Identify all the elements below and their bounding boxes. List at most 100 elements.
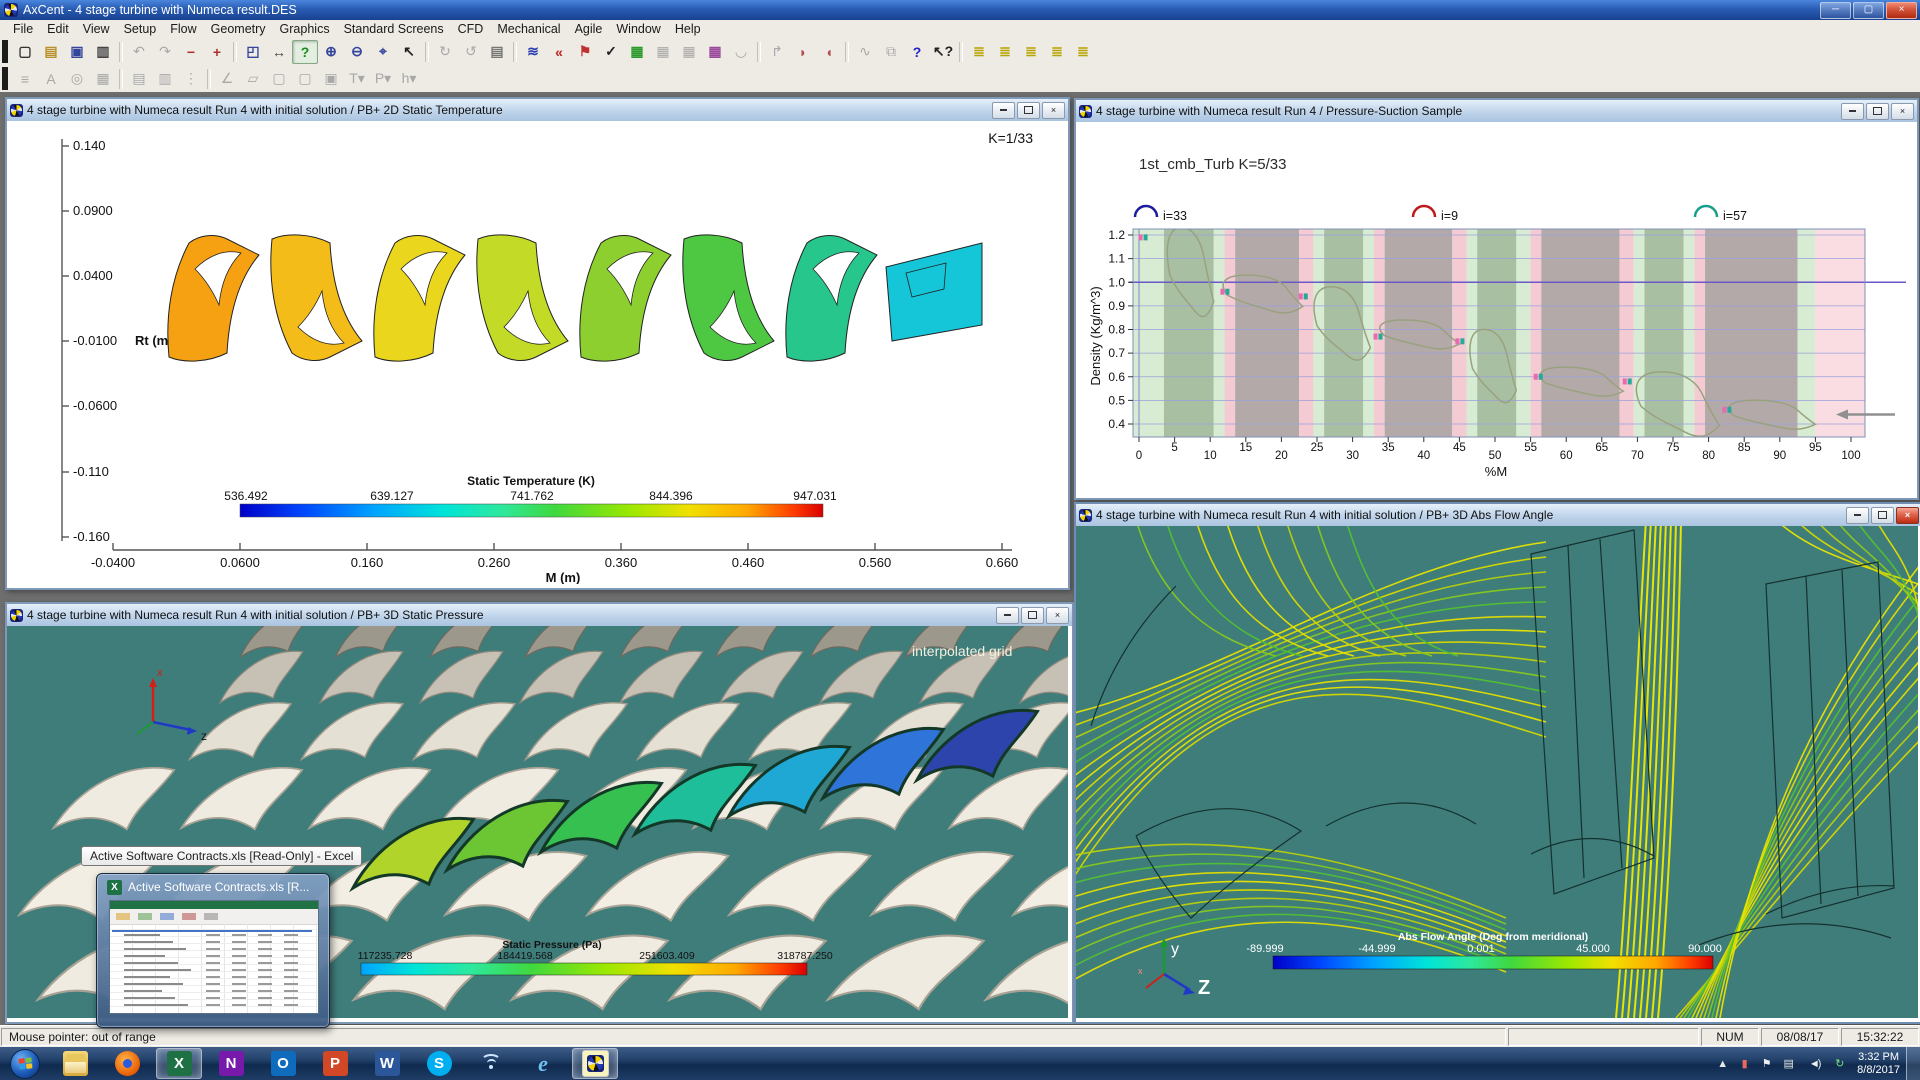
window1-restore-button[interactable] bbox=[1017, 102, 1040, 119]
accept-check-button[interactable]: ✓ bbox=[598, 40, 624, 64]
excel-sheet-thumbnail[interactable] bbox=[109, 900, 319, 1014]
help-button[interactable]: ? bbox=[904, 40, 930, 64]
show-desktop-button[interactable] bbox=[1906, 1047, 1920, 1080]
excel-thumbnail-preview[interactable]: X Active Software Contracts.xls [R... bbox=[96, 873, 330, 1028]
window1-close-button[interactable]: × bbox=[1042, 102, 1065, 119]
pan-button[interactable]: ↔ bbox=[266, 40, 292, 64]
window3-restore-button[interactable] bbox=[1021, 607, 1044, 624]
profile-plot-1-button[interactable]: ≣ bbox=[966, 40, 992, 64]
menu-file[interactable]: File bbox=[6, 21, 40, 37]
taskbar-clock[interactable]: 3:32 PM 8/8/2017 bbox=[1851, 1051, 1906, 1077]
window2-close-button[interactable]: × bbox=[1891, 103, 1914, 120]
status-numlock: NUM bbox=[1701, 1028, 1759, 1046]
y-tick-label: 0.140 bbox=[73, 138, 106, 153]
report-list-button[interactable]: ▤ bbox=[484, 40, 510, 64]
x-tick-label: 5 bbox=[1171, 442, 1177, 454]
window1-titlebar[interactable]: 4 stage turbine with Numeca result Run 4… bbox=[7, 99, 1068, 122]
window2-minimize-button[interactable] bbox=[1841, 103, 1864, 120]
cell-value bbox=[232, 1004, 246, 1006]
zoom-extents-button[interactable]: ⌖ bbox=[370, 40, 396, 64]
shrink-button[interactable]: − bbox=[178, 40, 204, 64]
maximize-button[interactable]: ▢ bbox=[1853, 2, 1884, 19]
window4-restore-button[interactable] bbox=[1871, 507, 1894, 524]
menu-setup[interactable]: Setup bbox=[117, 21, 164, 37]
menu-graphics[interactable]: Graphics bbox=[273, 21, 337, 37]
taskbar-excel-button[interactable]: X bbox=[156, 1048, 202, 1079]
new-file-button[interactable]: ▢ bbox=[12, 40, 38, 64]
taskbar-onenote-button[interactable]: N bbox=[208, 1048, 254, 1079]
blade-stack-button[interactable]: ≋ bbox=[520, 40, 546, 64]
toolbar-grip[interactable] bbox=[2, 40, 8, 63]
menu-flow[interactable]: Flow bbox=[163, 21, 203, 37]
enlarge-button[interactable]: + bbox=[204, 40, 230, 64]
zoom-out-button[interactable]: ⊖ bbox=[344, 40, 370, 64]
window4-close-button[interactable]: × bbox=[1896, 507, 1919, 524]
density-sample-plot: 1st_cmb_Turb K=5/33i=33i=9i=570510152025… bbox=[1076, 122, 1913, 494]
mach-lines-button[interactable]: « bbox=[546, 40, 572, 64]
main-titlebar[interactable]: AxCent - 4 stage turbine with Numeca res… bbox=[0, 0, 1920, 20]
mesh-active-button[interactable]: ▦ bbox=[624, 40, 650, 64]
taskbar-powerpoint-button[interactable]: P bbox=[312, 1048, 358, 1079]
blade-row-4 bbox=[477, 235, 568, 361]
window3-titlebar[interactable]: 4 stage turbine with Numeca result Run 4… bbox=[7, 604, 1072, 627]
zoom-window-button[interactable]: ◰ bbox=[240, 40, 266, 64]
taskbar-word-button[interactable]: W bbox=[364, 1048, 410, 1079]
start-button[interactable] bbox=[5, 1049, 45, 1079]
cell-value bbox=[284, 969, 298, 971]
window2-titlebar[interactable]: 4 stage turbine with Numeca result Run 4… bbox=[1076, 100, 1917, 123]
window3-close-button[interactable]: × bbox=[1046, 607, 1069, 624]
context-help-button[interactable]: ↖? bbox=[930, 40, 956, 64]
open-file-button[interactable]: ▤ bbox=[38, 40, 64, 64]
taskbar-windows-explorer-button[interactable] bbox=[52, 1048, 98, 1079]
menu-mechanical[interactable]: Mechanical bbox=[490, 21, 567, 37]
tray-sync-icon[interactable]: ↻ bbox=[1832, 1057, 1847, 1070]
print-button[interactable]: ▥ bbox=[90, 40, 116, 64]
window2-restore-button[interactable] bbox=[1866, 103, 1889, 120]
taskbar-axcent-button[interactable] bbox=[572, 1048, 618, 1079]
window4-titlebar[interactable]: 4 stage turbine with Numeca result Run 4… bbox=[1076, 504, 1920, 527]
menu-standard-screens[interactable]: Standard Screens bbox=[337, 21, 451, 37]
window3-minimize-button[interactable] bbox=[996, 607, 1019, 624]
x-tick-label: 65 bbox=[1595, 442, 1608, 454]
window2-canvas[interactable]: 1st_cmb_Turb K=5/33i=33i=9i=570510152025… bbox=[1076, 122, 1917, 498]
taskbar-network-button[interactable] bbox=[468, 1048, 514, 1079]
blade-edit-2-button[interactable]: ◖ bbox=[816, 40, 842, 64]
tray-action-center-flag-icon[interactable]: ⚑ bbox=[1759, 1057, 1774, 1070]
profile-plot-5-button[interactable]: ≣ bbox=[1070, 40, 1096, 64]
profile-plot-4-button[interactable]: ≣ bbox=[1044, 40, 1070, 64]
window4-minimize-button[interactable] bbox=[1846, 507, 1869, 524]
toolbar-main: ▢▤▣▥↶↷−+◰↔?⊕⊖⌖↖↻↺▤≋«⚑✓▦▦▦▦◡↱◗◖∿⧉?↖?≣≣≣≣≣ bbox=[0, 38, 1920, 66]
window4-canvas[interactable]: yZxAbs Flow Angle (Deg from meridional)-… bbox=[1076, 526, 1920, 1022]
window1-minimize-button[interactable] bbox=[992, 102, 1015, 119]
window1-canvas[interactable]: 0.1400.09000.0400-0.0100-0.0600-0.110-0.… bbox=[7, 121, 1068, 588]
menu-cfd[interactable]: CFD bbox=[451, 21, 491, 37]
tray-battery-icon[interactable]: ▮ bbox=[1737, 1057, 1752, 1070]
taskbar-firefox-button[interactable] bbox=[104, 1048, 150, 1079]
close-button[interactable]: × bbox=[1886, 2, 1917, 19]
taskbar-skype-button[interactable]: S bbox=[416, 1048, 462, 1079]
toolbar-grip[interactable] bbox=[2, 67, 8, 90]
mesh-multi-button[interactable]: ▦ bbox=[702, 40, 728, 64]
profile-plot-3-button[interactable]: ≣ bbox=[1018, 40, 1044, 64]
zoom-in-button[interactable]: ⊕ bbox=[318, 40, 344, 64]
x-tick-label: 0.560 bbox=[859, 555, 892, 570]
save-file-button[interactable]: ▣ bbox=[64, 40, 90, 64]
profile-plot-2-button[interactable]: ≣ bbox=[992, 40, 1018, 64]
select-cursor-button[interactable]: ↖ bbox=[396, 40, 422, 64]
menu-edit[interactable]: Edit bbox=[40, 21, 76, 37]
menu-help[interactable]: Help bbox=[668, 21, 708, 37]
tray-expand-arrow-icon[interactable]: ▲ bbox=[1715, 1058, 1730, 1070]
taskbar-outlook-button[interactable]: O bbox=[260, 1048, 306, 1079]
blade-edit-1-button[interactable]: ◗ bbox=[790, 40, 816, 64]
tray-install-clipboard-icon[interactable]: ▤ bbox=[1781, 1057, 1796, 1070]
flag-marker-button[interactable]: ⚑ bbox=[572, 40, 598, 64]
tray-volume-icon[interactable]: ◄) bbox=[1803, 1058, 1825, 1070]
dynamic-zoom-button[interactable]: ? bbox=[292, 40, 318, 64]
menu-view[interactable]: View bbox=[76, 21, 117, 37]
minimize-button[interactable]: ─ bbox=[1820, 2, 1851, 19]
taskbar-internet-explorer-button[interactable]: e bbox=[520, 1048, 566, 1079]
cell-value bbox=[258, 934, 272, 936]
menu-agile[interactable]: Agile bbox=[568, 21, 610, 37]
menu-geometry[interactable]: Geometry bbox=[204, 21, 273, 37]
menu-window[interactable]: Window bbox=[609, 21, 667, 37]
